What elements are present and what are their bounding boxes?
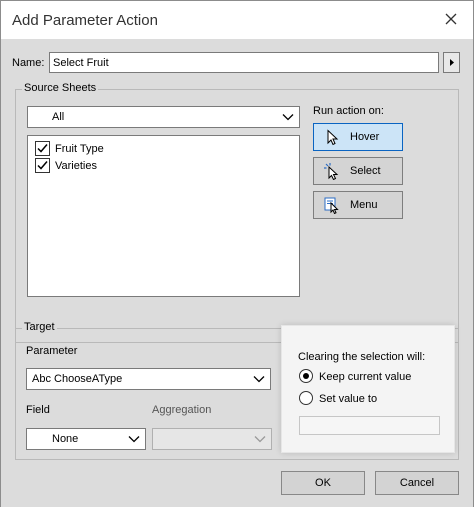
radio-selected-dot — [303, 373, 309, 379]
close-button[interactable] — [437, 7, 465, 33]
parameter-label: Parameter — [26, 345, 78, 357]
run-on-menu-label: Menu — [350, 199, 378, 211]
caret-right-icon — [450, 59, 454, 66]
dialog-content: Name: Select Fruit Source Sheets All Fru… — [1, 39, 473, 507]
set-value-to-radio[interactable] — [299, 391, 313, 405]
run-on-select-label: Select — [350, 165, 381, 177]
ok-button[interactable]: OK — [281, 471, 365, 495]
set-value-input[interactable] — [299, 416, 440, 435]
chevron-down-icon — [282, 114, 294, 121]
keep-current-value-radio[interactable] — [299, 369, 313, 383]
sheet-label: Fruit Type — [55, 143, 104, 155]
source-sheets-dropdown[interactable]: All — [27, 106, 300, 128]
name-label: Name: — [12, 57, 45, 69]
sheet-checkbox[interactable] — [35, 141, 50, 156]
cursor-click-icon — [324, 163, 339, 180]
window-title: Add Parameter Action — [12, 12, 158, 29]
parameter-dropdown-value: Abc ChooseAType — [32, 373, 123, 385]
run-on-hover-button[interactable]: Hover — [313, 123, 403, 151]
name-input[interactable]: Select Fruit — [49, 52, 439, 73]
field-label: Field — [26, 404, 50, 416]
keep-current-value-label[interactable]: Keep current value — [319, 371, 411, 383]
source-sheets-title: Source Sheets — [22, 82, 99, 94]
close-icon — [445, 13, 457, 25]
run-on-menu-button[interactable]: Menu — [313, 191, 403, 219]
cancel-button[interactable]: Cancel — [375, 471, 459, 495]
run-on-hover-label: Hover — [350, 131, 380, 143]
source-sheets-dropdown-value: All — [52, 111, 65, 123]
title-bar: Add Parameter Action — [1, 1, 473, 39]
set-value-to-label[interactable]: Set value to — [319, 393, 377, 405]
aggregation-dropdown[interactable] — [152, 428, 272, 450]
add-parameter-action-dialog: Add Parameter Action Name: Select Fruit … — [0, 0, 474, 507]
checkmark-icon — [37, 144, 48, 153]
checkmark-icon — [37, 161, 48, 170]
field-dropdown-value: None — [52, 433, 79, 445]
field-dropdown[interactable]: None — [26, 428, 146, 450]
chevron-down-icon — [254, 436, 266, 443]
sheet-label: Varieties — [55, 160, 97, 172]
sheets-list: Fruit Type Varieties — [27, 135, 300, 297]
target-title: Target — [22, 321, 57, 333]
cursor-arrow-icon — [327, 129, 339, 146]
name-input-value: Select Fruit — [53, 57, 109, 69]
clearing-label: Clearing the selection will: — [298, 351, 426, 363]
chevron-down-icon — [128, 436, 140, 443]
sheet-checkbox[interactable] — [35, 158, 50, 173]
parameter-dropdown[interactable]: Abc ChooseAType — [26, 368, 271, 390]
cursor-menu-icon — [324, 197, 339, 214]
aggregation-label: Aggregation — [152, 404, 212, 416]
name-expand-button[interactable] — [443, 52, 460, 73]
run-on-select-button[interactable]: Select — [313, 157, 403, 185]
run-action-label: Run action on: — [313, 105, 384, 117]
chevron-down-icon — [253, 376, 265, 383]
clearing-panel: Clearing the selection will: Keep curren… — [281, 325, 455, 453]
